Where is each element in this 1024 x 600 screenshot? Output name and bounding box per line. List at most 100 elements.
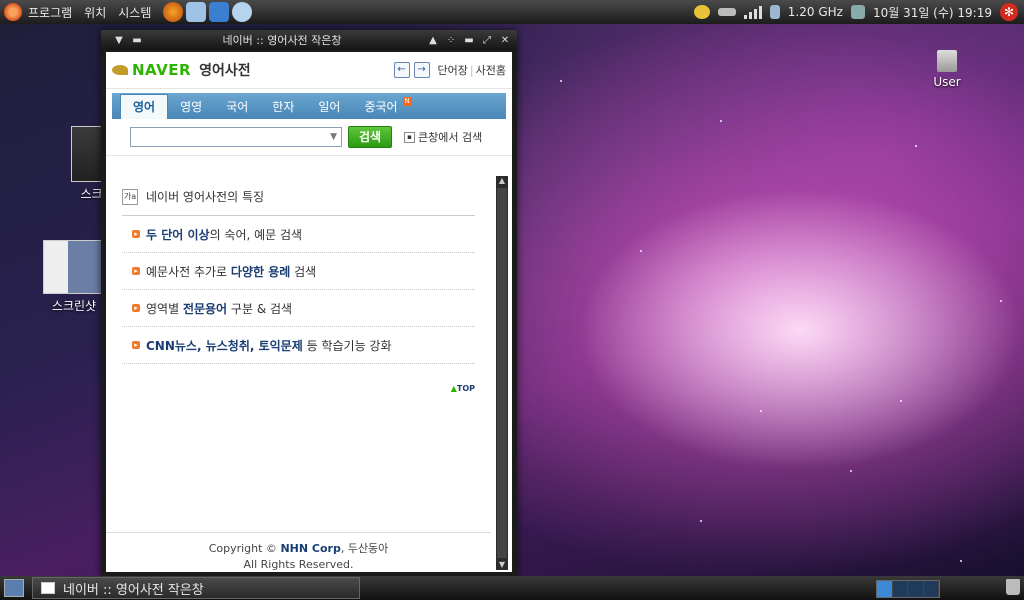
menu-places[interactable]: 위치: [84, 4, 106, 21]
window-minimize-icon[interactable]: ▬: [463, 35, 475, 46]
menu-applications[interactable]: 프로그램: [28, 4, 72, 21]
tab-japanese[interactable]: 일어: [306, 95, 352, 119]
system-tray: 1.20 GHz 10월 31일 (수) 19:19 ✻: [693, 3, 1024, 21]
workspace-1[interactable]: [877, 581, 893, 597]
scroll-up-icon[interactable]: ▲: [496, 176, 508, 186]
list-item[interactable]: ▸ 예문사전 추가로 다양한 용례 검색: [122, 253, 475, 290]
forward-button[interactable]: →: [413, 62, 430, 78]
messenger-launcher-icon[interactable]: [232, 2, 253, 22]
vertical-scrollbar[interactable]: ▲ ▼: [496, 176, 508, 570]
tab-english-english[interactable]: 영영: [168, 95, 214, 119]
notification-icon[interactable]: [693, 5, 710, 19]
media-player-launcher-icon[interactable]: [209, 2, 230, 22]
search-button[interactable]: 검색: [348, 126, 392, 148]
cpu-icon: [769, 5, 780, 19]
feature-highlight: 전문용어: [182, 301, 228, 316]
tab-chinese[interactable]: 중국어 N: [352, 95, 413, 119]
arrow-bullet-icon: ▸: [132, 230, 140, 238]
pidgin-launcher-icon[interactable]: [186, 2, 207, 22]
window-title: 네이버 :: 영어사전 작은창: [222, 34, 342, 47]
naver-dictionary-window: ▼ ▬ 네이버 :: 영어사전 작은창 ▲ ⁘ ▬ ⤢ ✕ NAVER 영어사전…: [101, 30, 517, 576]
search-bar: ▼ 검색 ▪ 큰창에서 검색: [106, 119, 512, 156]
feature-highlight: 두 단어 이상: [146, 227, 210, 242]
list-item[interactable]: ▸ 영역별 전문용어 구분 & 검색: [122, 290, 475, 327]
tab-hanja[interactable]: 한자: [260, 95, 306, 119]
big-window-search-option[interactable]: ▪ 큰창에서 검색: [404, 129, 482, 145]
clock[interactable]: 10월 31일 (수) 19:19: [873, 4, 992, 21]
back-button[interactable]: ←: [393, 62, 410, 78]
arrow-bullet-icon: ▸: [132, 341, 140, 349]
window-titlebar[interactable]: ▼ ▬ 네이버 :: 영어사전 작은창 ▲ ⁘ ▬ ⤢ ✕: [101, 30, 517, 50]
window-sticky-icon[interactable]: ⁘: [445, 35, 457, 46]
tab-chinese-label: 중국어: [364, 100, 398, 114]
feature-text: 등 학습기능 강화: [302, 338, 392, 353]
drive-icon[interactable]: [717, 8, 736, 16]
window-icon: [41, 582, 55, 594]
dictionary-title[interactable]: 영어사전: [199, 60, 251, 80]
window-maximize-icon[interactable]: ⤢: [481, 35, 493, 46]
big-window-checkbox[interactable]: ▪: [404, 131, 415, 143]
feature-text: 검색: [290, 264, 317, 279]
list-item[interactable]: ▸ CNN뉴스, 뉴스청취, 토익문제 등 학습기능 강화: [122, 327, 475, 364]
dictionary-header: NAVER 영어사전 ← → 단어장 | 사전홈: [106, 52, 512, 89]
power-icon[interactable]: ✻: [1000, 3, 1018, 21]
search-input[interactable]: [135, 129, 331, 145]
window-shade-icon[interactable]: ▬: [131, 35, 143, 46]
show-desktop-icon[interactable]: [4, 579, 24, 597]
bottom-panel: 네이버 :: 영어사전 작은창: [0, 576, 1024, 600]
tab-english[interactable]: 영어: [120, 94, 169, 119]
screenshot-thumbnail: [43, 240, 105, 294]
copyright-suffix: , 두산동아: [340, 542, 389, 555]
list-item[interactable]: ▸ 두 단어 이상 의 숙어, 예문 검색: [122, 216, 475, 253]
search-field: ▼: [130, 127, 342, 147]
workspace-switcher: [876, 580, 940, 598]
footer: Copyright © NHN Corp, 두산동아 All Rights Re…: [106, 532, 491, 572]
desktop-icon-user[interactable]: User: [926, 50, 968, 89]
dictionary-icon: 가a: [122, 188, 138, 205]
signal-strength-icon[interactable]: [743, 5, 762, 19]
menu-system[interactable]: 시스템: [118, 4, 151, 21]
history-nav: ← →: [393, 62, 430, 78]
desktop-icon-label: 스크린샷: [51, 299, 97, 313]
feature-text: 구분 & 검색: [227, 301, 293, 316]
dictionary-tabs: 영어 영영 국어 한자 일어 중국어 N: [112, 93, 506, 119]
trash-icon[interactable]: [1006, 579, 1020, 595]
ubuntu-logo-icon[interactable]: [4, 3, 22, 21]
window-raise-icon[interactable]: ▲: [427, 35, 439, 46]
feature-text: 의 숙어, 예문 검색: [209, 227, 303, 242]
firefox-launcher-icon[interactable]: [163, 2, 184, 22]
scroll-down-icon[interactable]: ▼: [496, 560, 508, 570]
taskbar-window-label: 네이버 :: 영어사전 작은창: [63, 582, 204, 598]
dictionary-content: NAVER 영어사전 ← → 단어장 | 사전홈 영어 영영 국어 한자 일어 …: [106, 52, 512, 572]
workspace-2[interactable]: [892, 581, 908, 597]
copyright-line: Copyright © NHN Corp, 두산동아: [106, 541, 491, 557]
naver-leaf-icon: [112, 65, 128, 75]
nhn-corp-link[interactable]: NHN Corp: [280, 542, 340, 555]
scroll-area: 가a 네이버 영어사전의 특징 ▸ 두 단어 이상 의 숙어, 예문 검색 ▸ …: [106, 174, 512, 572]
feature-highlight: 다양한 용례: [230, 264, 291, 279]
top-link-label: TOP: [456, 384, 475, 393]
chevron-down-icon[interactable]: ▼: [330, 132, 337, 142]
scrollbar-thumb[interactable]: [497, 188, 507, 558]
desktop-icon-screenshot-2[interactable]: 스크린샷: [38, 240, 110, 314]
workspace-3[interactable]: [908, 581, 924, 597]
window-close-icon[interactable]: ✕: [499, 35, 511, 46]
top-panel: 프로그램 위치 시스템 1.20 GHz 10월 31일 (수) 19:19 ✻: [0, 0, 1024, 24]
desktop-icon-label: User: [933, 75, 961, 89]
arrow-bullet-icon: ▸: [132, 267, 140, 275]
cpu-frequency[interactable]: 1.20 GHz: [788, 5, 843, 19]
tab-korean[interactable]: 국어: [214, 95, 260, 119]
top-link[interactable]: ▲TOP: [451, 384, 475, 393]
taskbar-window-button[interactable]: 네이버 :: 영어사전 작은창: [32, 577, 360, 599]
feature-text: 영역별: [146, 301, 183, 316]
window-menu-icon[interactable]: ▼: [113, 35, 125, 46]
workspace-4[interactable]: [923, 581, 939, 597]
naver-logo[interactable]: NAVER: [112, 61, 191, 79]
dictionary-home-link[interactable]: 사전홈: [476, 62, 506, 78]
naver-logo-text: NAVER: [132, 61, 192, 79]
wordbook-link[interactable]: 단어장: [438, 62, 468, 78]
rights-line: All Rights Reserved.: [243, 558, 354, 571]
volume-icon[interactable]: [850, 5, 865, 19]
feature-highlight: CNN뉴스, 뉴스청취, 토익문제: [146, 338, 303, 353]
features-title: 네이버 영어사전의 특징: [146, 190, 265, 204]
